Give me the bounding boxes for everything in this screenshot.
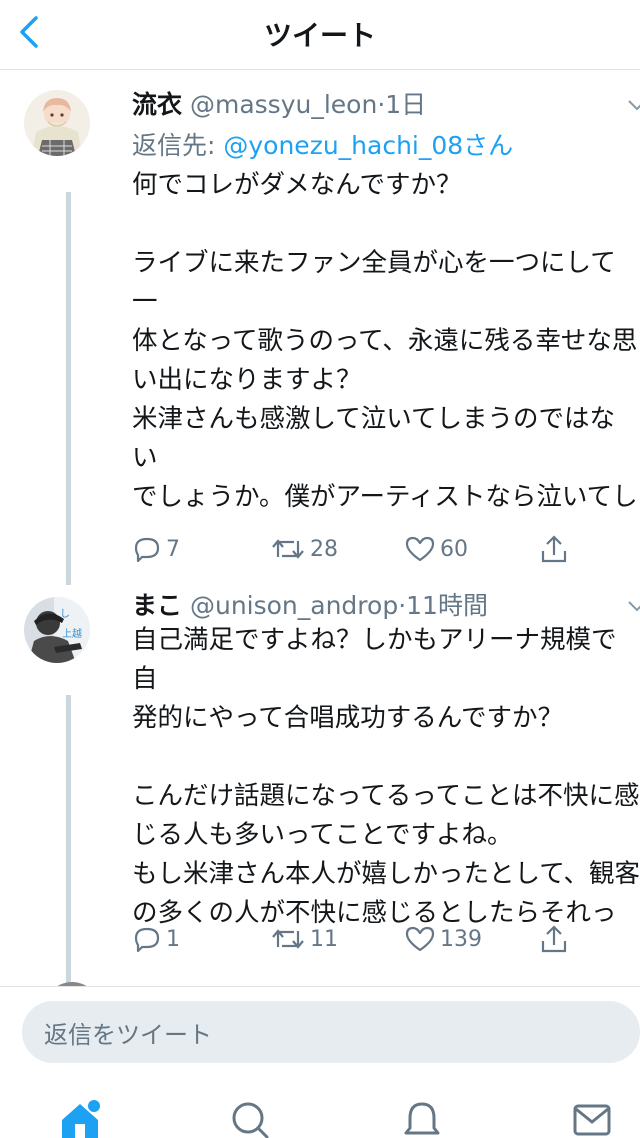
top-bar: ツイート	[0, 0, 640, 70]
reply-icon	[134, 927, 160, 953]
reply-context: 返信先: @yonezu_hachi_08さん	[132, 126, 513, 162]
like-button[interactable]: 60	[404, 532, 468, 566]
tweet-item[interactable]: し 上越 まこ @unison_androp·11時間 自己満足ですよね？しかも…	[0, 585, 640, 985]
like-count: 60	[440, 536, 468, 562]
retweet-button[interactable]: 28	[270, 532, 338, 566]
heart-icon	[405, 926, 435, 952]
avatar[interactable]: し 上越	[24, 597, 90, 663]
reply-count: 1	[166, 926, 180, 952]
tab-notifications[interactable]	[402, 1100, 442, 1138]
tweet-header: 流衣 @massyu_leon·1日	[132, 90, 426, 120]
reply-to-link[interactable]: @yonezu_hachi_08さん	[223, 131, 513, 160]
username[interactable]: @massyu_leon	[190, 90, 377, 119]
svg-text:上越: 上越	[62, 627, 82, 640]
reply-composer: 返信をツイート	[0, 986, 640, 1076]
search-icon	[232, 1102, 269, 1138]
reply-button[interactable]: 1	[132, 922, 180, 956]
tweet-text: 何でコレがダメなんですか？ ライブに来たファン全員が心を一つにして一 体となって…	[132, 170, 638, 512]
avatar[interactable]	[24, 90, 90, 156]
retweet-button[interactable]: 11	[270, 922, 338, 956]
retweet-count: 28	[310, 536, 338, 562]
page-title: ツイート	[263, 19, 376, 52]
tab-search[interactable]	[230, 1100, 270, 1138]
timestamp: 1日	[385, 90, 427, 119]
tweet-actions: 1 11 139	[132, 922, 640, 956]
display-name[interactable]: 流衣	[132, 90, 182, 119]
share-icon	[541, 535, 567, 563]
reply-prefix: 返信先:	[132, 131, 224, 160]
timestamp: 11時間	[406, 591, 488, 620]
reply-input[interactable]: 返信をツイート	[22, 1001, 640, 1063]
tab-home[interactable]	[58, 1100, 104, 1138]
home-icon	[62, 1100, 100, 1138]
thread-line	[66, 192, 71, 585]
reply-count: 7	[166, 536, 180, 562]
bottom-tab-bar	[0, 1076, 640, 1138]
chevron-down-icon[interactable]	[626, 98, 640, 112]
thread-line	[66, 695, 71, 985]
tweet-actions: 7 28 60	[132, 532, 640, 566]
tweet-item[interactable]: 流衣 @massyu_leon·1日 返信先: @yonezu_hachi_08…	[0, 70, 640, 585]
display-name[interactable]: まこ	[132, 591, 182, 620]
tab-messages[interactable]	[572, 1100, 612, 1138]
separator: ·	[398, 591, 407, 620]
share-button[interactable]	[538, 532, 574, 566]
like-count: 139	[440, 926, 482, 952]
username[interactable]: @unison_androp	[190, 591, 398, 620]
retweet-icon	[272, 539, 304, 559]
bell-icon	[404, 1102, 440, 1135]
chevron-down-icon[interactable]	[626, 599, 640, 613]
reply-icon	[134, 537, 160, 563]
reply-button[interactable]: 7	[132, 532, 180, 566]
share-icon	[541, 925, 567, 953]
share-button[interactable]	[538, 922, 574, 956]
retweet-count: 11	[310, 926, 338, 952]
retweet-icon	[272, 929, 304, 949]
tweet-header: まこ @unison_androp·11時間	[132, 591, 488, 621]
like-button[interactable]: 139	[404, 922, 482, 956]
tweet-text: 自己満足ですよね？しかもアリーナ規模で自 発的にやって合唱成功するんですか？ こ…	[132, 625, 640, 928]
heart-icon	[405, 536, 435, 562]
mail-icon	[573, 1104, 611, 1136]
